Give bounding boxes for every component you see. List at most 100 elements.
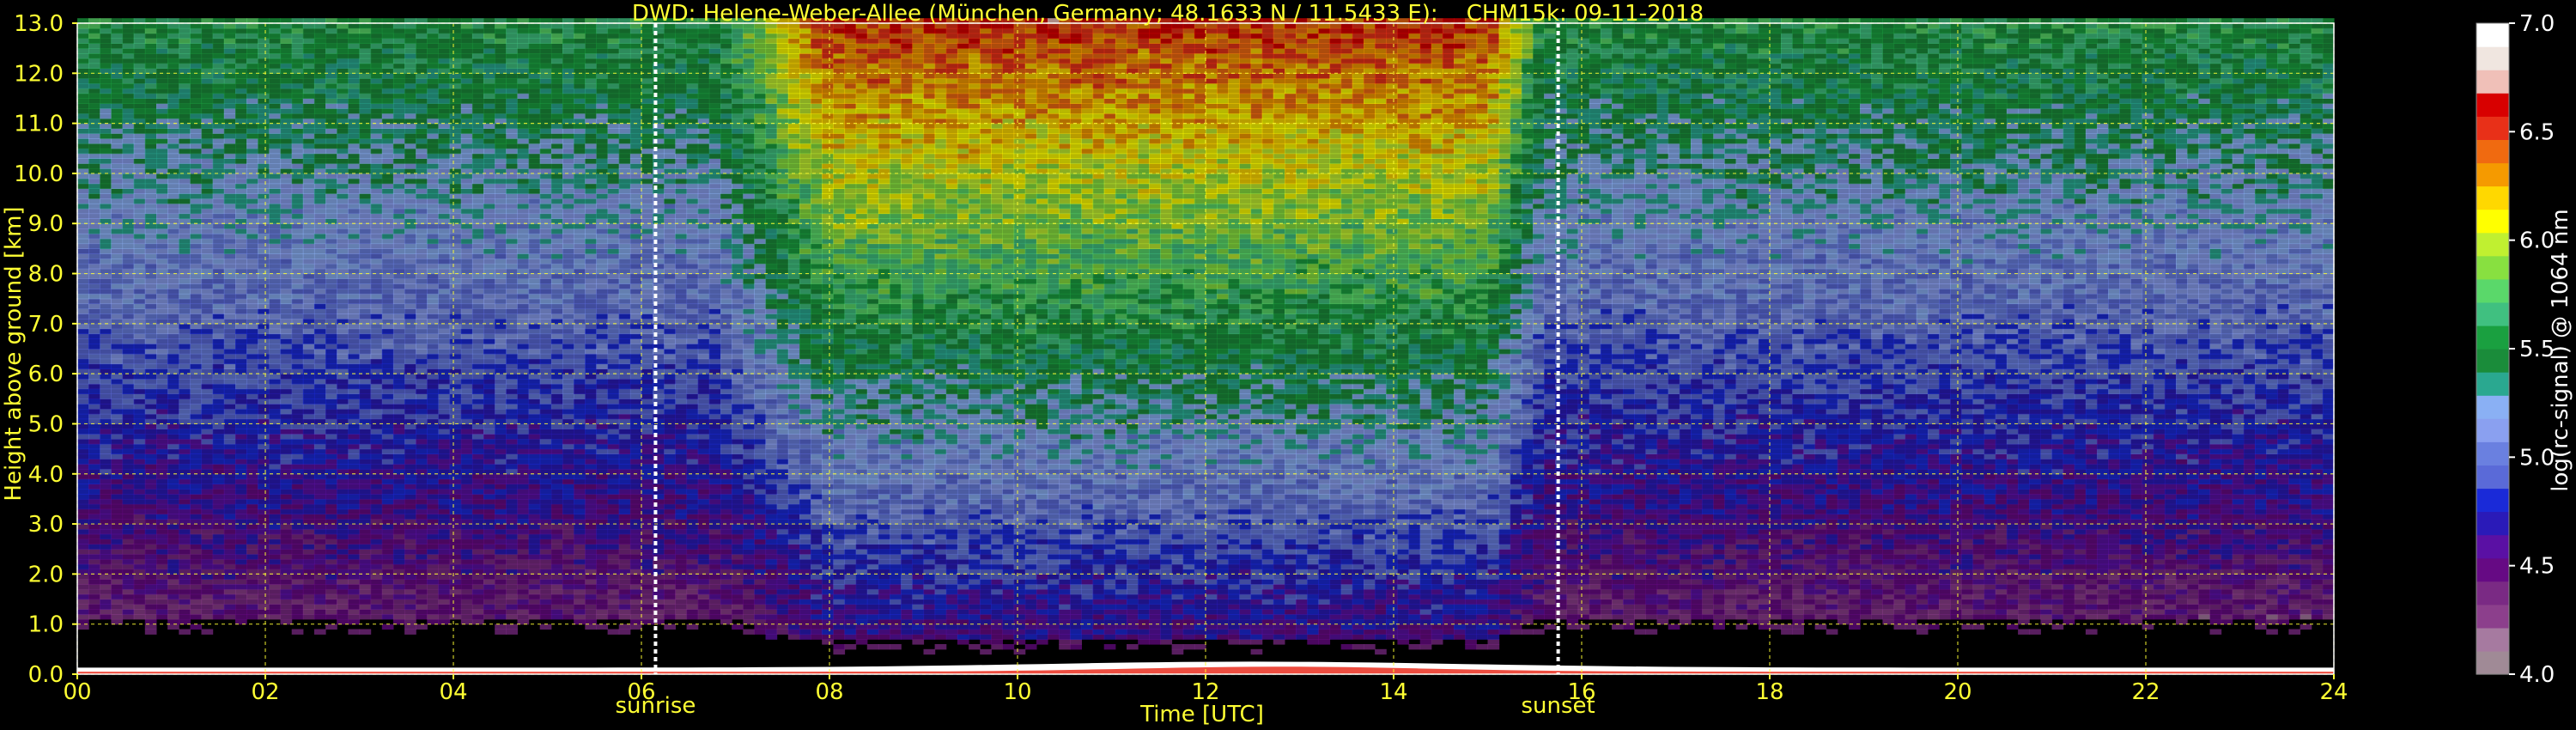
heatmap-cell	[495, 604, 507, 609]
heatmap-cell	[213, 289, 225, 294]
heatmap-cell	[439, 329, 451, 334]
heatmap-cell	[483, 409, 495, 414]
heatmap-cell	[202, 143, 214, 149]
heatmap-cell	[292, 384, 304, 389]
heatmap-cell	[269, 64, 281, 69]
heatmap-cell	[382, 494, 394, 499]
heatmap-cell	[382, 103, 394, 108]
heatmap-cell	[506, 604, 518, 609]
heatmap-cell	[337, 259, 349, 264]
heatmap-cell	[427, 604, 439, 609]
heatmap-cell	[100, 409, 112, 414]
heatmap-cell	[77, 58, 89, 64]
heatmap-cell	[281, 289, 293, 294]
heatmap-cell	[325, 604, 337, 609]
heatmap-cell	[156, 589, 168, 594]
heatmap-cell	[303, 294, 315, 299]
heatmap-cell	[224, 83, 236, 88]
heatmap-cell	[258, 299, 270, 304]
heatmap-cell	[167, 39, 179, 44]
heatmap-cell	[506, 534, 518, 539]
heatmap-cell	[190, 204, 202, 209]
heatmap-cell	[269, 308, 281, 313]
heatmap-cell	[111, 338, 123, 344]
heatmap-cell	[258, 103, 270, 108]
heatmap-cell	[427, 283, 439, 289]
heatmap-cell	[393, 248, 405, 253]
heatmap-cell	[427, 394, 439, 399]
heatmap-cell	[495, 359, 507, 364]
heatmap-cell	[303, 43, 315, 48]
heatmap-cell	[179, 349, 191, 354]
heatmap-cell	[235, 143, 247, 149]
heatmap-cell	[495, 289, 507, 294]
heatmap-cell	[100, 73, 112, 78]
heatmap-cell	[540, 584, 552, 589]
heatmap-cell	[134, 193, 146, 198]
heatmap-cell	[303, 349, 315, 354]
heatmap-cell	[348, 589, 360, 594]
heatmap-cell	[77, 374, 89, 379]
heatmap-cell	[461, 264, 473, 269]
heatmap-cell	[246, 338, 258, 344]
heatmap-cell	[246, 143, 258, 149]
heatmap-cell	[483, 374, 495, 379]
heatmap-cell	[88, 313, 100, 319]
heatmap-cell	[404, 154, 416, 159]
heatmap-cell	[235, 128, 247, 133]
heatmap-cell	[404, 184, 416, 189]
heatmap-cell	[382, 354, 394, 359]
heatmap-cell	[167, 158, 179, 163]
heatmap-cell	[518, 149, 530, 154]
heatmap-cell	[348, 398, 360, 404]
heatmap-cell	[111, 209, 123, 214]
heatmap-cell	[506, 338, 518, 344]
heatmap-cell	[360, 228, 372, 234]
heatmap-cell	[416, 28, 428, 33]
heatmap-cell	[269, 424, 281, 429]
heatmap-cell	[167, 338, 179, 344]
heatmap-cell	[404, 64, 416, 69]
heatmap-cell	[495, 324, 507, 329]
heatmap-cell	[281, 299, 293, 304]
heatmap-cell	[483, 599, 495, 605]
heatmap-cell	[337, 23, 349, 28]
heatmap-cell	[246, 439, 258, 444]
heatmap-cell	[134, 414, 146, 419]
heatmap-cell	[303, 609, 315, 614]
heatmap-cell	[235, 228, 247, 234]
heatmap-cell	[213, 184, 225, 189]
heatmap-cell	[382, 559, 394, 564]
heatmap-cell	[190, 124, 202, 129]
heatmap-cell	[281, 88, 293, 94]
heatmap-cell	[518, 429, 530, 434]
heatmap-cell	[156, 344, 168, 349]
heatmap-cell	[123, 444, 135, 449]
heatmap-cell	[495, 354, 507, 359]
heatmap-cell	[404, 198, 416, 204]
heatmap-cell	[472, 349, 484, 354]
heatmap-cell	[404, 83, 416, 88]
heatmap-cell	[213, 274, 225, 279]
heatmap-cell	[123, 188, 135, 193]
heatmap-cell	[156, 214, 168, 219]
heatmap-cell	[472, 354, 484, 359]
heatmap-cell	[167, 494, 179, 499]
heatmap-cell	[483, 228, 495, 234]
heatmap-cell	[167, 78, 179, 83]
heatmap-cell	[281, 39, 293, 44]
heatmap-cell	[303, 354, 315, 359]
heatmap-cell	[427, 274, 439, 279]
heatmap-cell	[439, 113, 451, 119]
heatmap-cell	[506, 624, 518, 630]
heatmap-cell	[393, 188, 405, 193]
heatmap-cell	[281, 133, 293, 138]
heatmap-cell	[303, 143, 315, 149]
heatmap-cell	[348, 28, 360, 33]
heatmap-cell	[348, 559, 360, 564]
heatmap-cell	[156, 234, 168, 239]
heatmap-cell	[427, 584, 439, 589]
heatmap-cell	[156, 103, 168, 108]
heatmap-cell	[450, 23, 462, 28]
heatmap-cell	[224, 138, 236, 143]
